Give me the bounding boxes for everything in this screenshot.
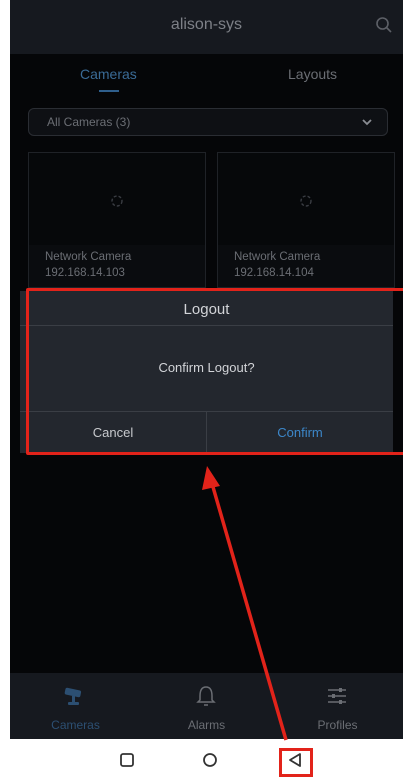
bell-icon bbox=[196, 686, 216, 706]
tab-layouts[interactable]: Layouts bbox=[288, 66, 337, 82]
nav-label-alarms: Alarms bbox=[187, 718, 226, 732]
nav-label-cameras: Cameras bbox=[51, 718, 100, 732]
annotation-highlight-back bbox=[279, 748, 313, 777]
camera-name: Network Camera bbox=[45, 251, 132, 263]
nav-item-alarms[interactable]: Alarms bbox=[141, 673, 272, 739]
active-tab-indicator bbox=[99, 90, 119, 92]
camera-name: Network Camera bbox=[234, 251, 321, 263]
broken-image-icon bbox=[111, 195, 123, 207]
camera-filter-value: All Cameras (3) bbox=[47, 115, 131, 129]
nav-item-profiles[interactable]: Profiles bbox=[272, 673, 403, 739]
annotation-highlight-dialog bbox=[26, 288, 403, 455]
camera-icon bbox=[64, 687, 82, 705]
camera-card[interactable]: Network Camera 192.168.14.104 bbox=[217, 152, 395, 288]
search-icon[interactable] bbox=[375, 16, 393, 34]
nav-label-profiles: Profiles bbox=[317, 718, 358, 732]
camera-thumbnail bbox=[218, 153, 394, 245]
camera-card[interactable]: Network Camera 192.168.14.103 bbox=[28, 152, 206, 288]
nav-item-cameras[interactable]: Cameras bbox=[10, 673, 141, 739]
tab-cameras[interactable]: Cameras bbox=[80, 66, 137, 82]
camera-ip: 192.168.14.103 bbox=[45, 267, 125, 279]
recent-apps-icon[interactable] bbox=[118, 751, 136, 769]
app-screen: alison-sys Cameras Layouts All Cameras (… bbox=[10, 0, 403, 781]
top-bar: alison-sys bbox=[10, 0, 403, 54]
system-navigation-bar bbox=[10, 739, 403, 781]
camera-thumbnail bbox=[29, 153, 205, 245]
chevron-down-icon bbox=[362, 119, 372, 126]
broken-image-icon bbox=[300, 195, 312, 207]
bottom-nav: Cameras Alarms Profiles bbox=[10, 673, 403, 739]
sliders-icon bbox=[328, 688, 346, 704]
camera-ip: 192.168.14.104 bbox=[234, 267, 314, 279]
app-title: alison-sys bbox=[170, 16, 243, 33]
home-icon[interactable] bbox=[201, 751, 219, 769]
camera-filter-select[interactable]: All Cameras (3) bbox=[28, 108, 388, 136]
